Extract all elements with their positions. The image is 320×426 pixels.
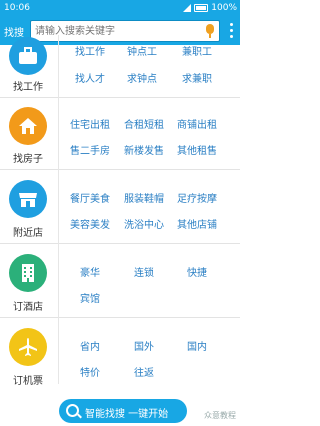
house-icon[interactable] [9, 107, 47, 145]
housing-item[interactable]: 商铺出租 [172, 116, 222, 131]
clock: 10:06 [4, 3, 30, 13]
section-flights: 订机票 省内 国外 国内 特价 往返 [0, 318, 240, 396]
flight-item[interactable]: 国外 [119, 338, 169, 353]
battery-icon [194, 4, 209, 12]
signal-icon [183, 4, 192, 12]
plane-icon[interactable] [9, 328, 47, 366]
hotel-item[interactable]: 宾馆 [65, 290, 115, 305]
section-housing: 找房子 住宅出租 合租短租 商铺出租 售二手房 新楼发售 其他租售 [0, 98, 240, 170]
hotel-icon[interactable] [9, 254, 47, 292]
housing-item[interactable]: 合租短租 [119, 116, 169, 131]
flight-item[interactable]: 特价 [65, 364, 115, 379]
housing-item[interactable]: 其他租售 [172, 142, 222, 157]
section-stores: 附近店 餐厅美食 服装鞋帽 足疗按摩 美容美发 洗浴中心 其他店铺 [0, 170, 240, 244]
flight-item[interactable]: 国内 [172, 338, 222, 353]
store-icon[interactable] [9, 180, 47, 218]
hotel-item[interactable]: 快捷 [172, 264, 222, 279]
divider [58, 35, 59, 98]
section-label: 订机票 [13, 376, 43, 387]
store-item[interactable]: 美容美发 [65, 216, 115, 231]
section-jobs: 找工作 找工作 钟点工 兼职工 找人才 求钟点 求兼职 [0, 35, 240, 98]
section-label: 找房子 [13, 154, 43, 165]
status-bar: 10:06 100% [0, 0, 240, 17]
job-item[interactable]: 求兼职 [172, 70, 222, 85]
smart-search-label: 智能找搜 一键开始 [85, 409, 169, 420]
divider [58, 170, 59, 244]
hotel-item[interactable]: 豪华 [65, 264, 115, 279]
divider [58, 98, 59, 170]
smart-search-button[interactable]: 智能找搜 一键开始 [59, 399, 187, 423]
flight-item[interactable]: 往返 [119, 364, 169, 379]
section-label: 附近店 [13, 228, 43, 239]
briefcase-icon[interactable] [9, 37, 47, 75]
store-item[interactable]: 其他店铺 [172, 216, 222, 231]
divider [58, 318, 59, 384]
flight-item[interactable]: 省内 [65, 338, 115, 353]
store-item[interactable]: 足疗按摩 [172, 190, 222, 205]
store-item[interactable]: 餐厅美食 [65, 190, 115, 205]
section-label: 找工作 [13, 82, 43, 93]
job-item[interactable]: 找工作 [65, 43, 115, 58]
battery-level: 100% [211, 3, 237, 13]
watermark: 众意教程 [204, 411, 236, 420]
section-label: 订酒店 [13, 302, 43, 313]
job-item[interactable]: 求钟点 [117, 70, 167, 85]
housing-item[interactable]: 住宅出租 [65, 116, 115, 131]
job-item[interactable]: 钟点工 [117, 43, 167, 58]
housing-item[interactable]: 售二手房 [65, 142, 115, 157]
section-hotels: 订酒店 豪华 连锁 快捷 宾馆 [0, 244, 240, 318]
housing-item[interactable]: 新楼发售 [119, 142, 169, 157]
store-item[interactable]: 服装鞋帽 [119, 190, 169, 205]
status-icons: 100% [183, 3, 237, 13]
search-icon [66, 404, 79, 417]
hotel-item[interactable]: 连锁 [119, 264, 169, 279]
job-item[interactable]: 找人才 [65, 70, 115, 85]
job-item[interactable]: 兼职工 [172, 43, 222, 58]
divider [58, 244, 59, 318]
store-item[interactable]: 洗浴中心 [119, 216, 169, 231]
